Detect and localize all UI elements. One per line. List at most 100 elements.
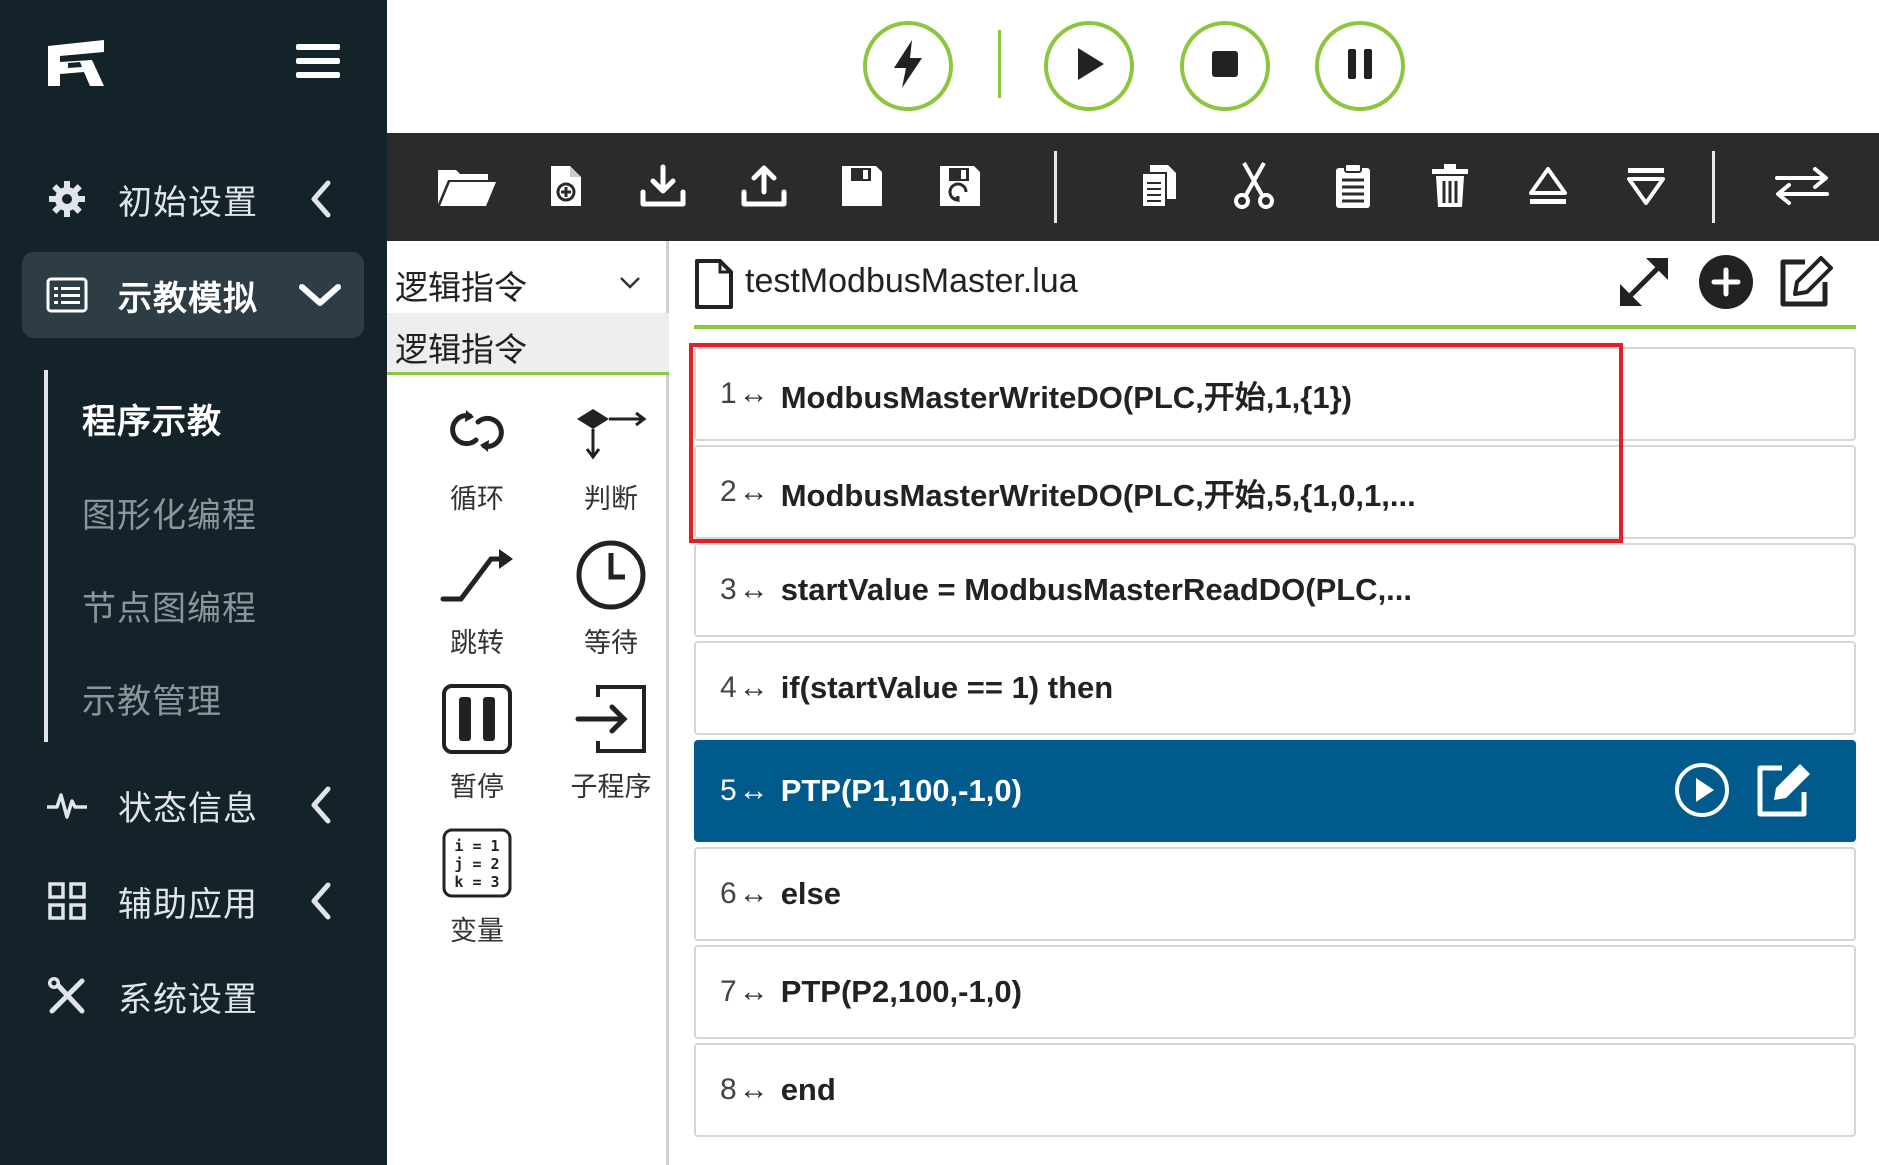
fullscreen-button[interactable] — [1614, 254, 1674, 314]
subprogram-instruction[interactable]: 子程序 — [551, 679, 671, 809]
expand-icon — [1616, 254, 1672, 314]
edit-line-button[interactable] — [1756, 763, 1812, 820]
variable-line-1: i = 1 — [454, 837, 499, 855]
code-row[interactable]: 2 ↔ ModbusMasterWriteDO(PLC,开始,5,{1,0,1,..… — [694, 445, 1856, 539]
chevron-left-icon — [306, 179, 336, 219]
subnav-program-teach[interactable]: 程序示教 — [82, 394, 222, 443]
drag-arrow-icon: ↔ — [738, 671, 769, 704]
program-file-name: testModbusMaster.lua — [745, 262, 1078, 300]
move-up-button[interactable] — [1517, 157, 1579, 219]
pause-icon — [1345, 47, 1375, 85]
toolbar-separator — [1712, 151, 1715, 223]
drag-arrow-icon: ↔ — [738, 377, 769, 410]
instruction-type-select[interactable]: 逻辑指令 — [387, 255, 669, 311]
run-line-button[interactable] — [1674, 762, 1730, 823]
loop-instruction[interactable]: 循环 — [417, 391, 537, 521]
category-header: 逻辑指令 — [387, 313, 669, 375]
wait-instruction[interactable]: 等待 — [551, 535, 671, 665]
hamburger-icon[interactable] — [296, 44, 340, 84]
code-text: ModbusMasterWriteDO(PLC,开始,1,{1}) — [780, 379, 1352, 415]
nav-system-settings[interactable]: 系统设置 — [22, 953, 364, 1039]
branch-instruction[interactable]: 判断 — [551, 391, 671, 521]
move-down-icon — [1625, 165, 1667, 211]
subnav-teach-management[interactable]: 示教管理 — [82, 674, 222, 723]
line-number: 7 — [720, 975, 737, 1008]
paste-button[interactable] — [1322, 157, 1384, 219]
code-text: PTP(P1,100,-1,0) — [780, 773, 1022, 808]
upload-button[interactable] — [733, 157, 795, 219]
swap-button[interactable] — [1771, 157, 1833, 219]
code-row[interactable]: 1 ↔ ModbusMasterWriteDO(PLC,开始,1,{1}) — [694, 347, 1856, 441]
pause-instruction[interactable]: 暂停 — [417, 679, 537, 809]
cut-icon — [1232, 161, 1276, 215]
item-label: 跳转 — [450, 628, 504, 659]
code-row[interactable]: 6 ↔ else — [694, 847, 1856, 941]
play-circle-icon — [1674, 762, 1730, 823]
move-up-icon — [1527, 165, 1569, 211]
download-icon — [639, 164, 687, 212]
edit-program-button[interactable] — [1776, 254, 1836, 314]
clock-icon — [571, 535, 651, 615]
line-number: 8 — [720, 1073, 737, 1106]
copy-button[interactable] — [1127, 157, 1189, 219]
line-number: 4 — [720, 671, 737, 704]
cut-button[interactable] — [1223, 157, 1285, 219]
run-button[interactable] — [1044, 21, 1134, 111]
open-folder-button[interactable] — [436, 157, 498, 219]
chevron-down-icon — [298, 275, 342, 315]
download-button[interactable] — [632, 157, 694, 219]
move-down-button[interactable] — [1615, 157, 1677, 219]
code-row[interactable]: 8 ↔ end — [694, 1043, 1856, 1137]
drag-arrow-icon: ↔ — [738, 975, 769, 1008]
add-instruction-button[interactable] — [1696, 254, 1756, 314]
drag-arrow-icon: ↔ — [738, 877, 769, 910]
drag-arrow-icon: ↔ — [738, 475, 769, 508]
sidebar: 初始设置 示教模拟 程序示教 图形化编程 节点图编程 示教管理 状态信息 辅助应… — [0, 0, 387, 1165]
fairino-logo — [44, 36, 108, 90]
delete-button[interactable] — [1419, 157, 1481, 219]
jump-instruction[interactable]: 跳转 — [417, 535, 537, 665]
variable-icon: i = 1 j = 2 k = 3 — [437, 823, 517, 903]
control-separator — [998, 30, 1001, 98]
subnav-node-graph-programming[interactable]: 节点图编程 — [82, 581, 257, 630]
plus-circle-icon — [1698, 254, 1754, 314]
new-file-button[interactable] — [535, 157, 597, 219]
nav-label: 初始设置 — [118, 182, 258, 223]
program-toolbar — [387, 133, 1879, 241]
stop-icon — [1210, 49, 1240, 83]
save-as-icon — [938, 164, 982, 212]
pause-box-icon — [437, 679, 517, 759]
paste-icon — [1333, 162, 1373, 214]
code-row[interactable]: 7 ↔ PTP(P2,100,-1,0) — [694, 945, 1856, 1039]
item-label: 暂停 — [450, 772, 504, 803]
nav-label: 示教模拟 — [118, 278, 258, 319]
code-row-selected[interactable]: 5 ↔ PTP(P1,100,-1,0) — [694, 740, 1856, 842]
nav-label: 系统设置 — [118, 979, 258, 1020]
subnav-graphical-programming[interactable]: 图形化编程 — [82, 488, 257, 537]
item-label: 变量 — [450, 916, 504, 947]
nav-status-info[interactable]: 状态信息 — [22, 762, 364, 848]
save-icon — [840, 164, 884, 212]
enable-button[interactable] — [863, 21, 953, 111]
nav-auxiliary-apps[interactable]: 辅助应用 — [22, 858, 364, 944]
stop-button[interactable] — [1180, 21, 1270, 111]
item-label: 循环 — [450, 484, 504, 515]
loop-icon — [437, 391, 517, 471]
editor-header-divider — [694, 325, 1856, 329]
line-number: 5 — [720, 774, 737, 807]
code-text: ModbusMasterWriteDO(PLC,开始,5,{1,0,1,... — [780, 477, 1416, 513]
code-row[interactable]: 3 ↔ startValue = ModbusMasterReadDO(PLC,..… — [694, 543, 1856, 637]
nav-initial-settings[interactable]: 初始设置 — [22, 156, 364, 242]
item-label: 等待 — [584, 628, 638, 659]
code-row[interactable]: 4 ↔ if(startValue == 1) then — [694, 641, 1856, 735]
nav-label: 状态信息 — [118, 788, 258, 829]
save-button[interactable] — [831, 157, 893, 219]
line-number: 2 — [720, 475, 737, 508]
nav-teach-simulation[interactable]: 示教模拟 — [22, 252, 364, 338]
pause-button[interactable] — [1315, 21, 1405, 111]
code-text: if(startValue == 1) then — [780, 670, 1114, 705]
save-as-button[interactable] — [929, 157, 991, 219]
list-icon — [44, 272, 90, 318]
code-text: PTP(P2,100,-1,0) — [780, 974, 1022, 1009]
variable-instruction[interactable]: i = 1 j = 2 k = 3 变量 — [417, 823, 537, 953]
